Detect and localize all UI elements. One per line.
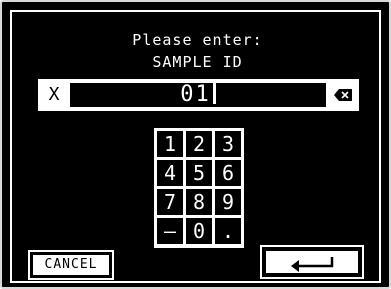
backspace-button[interactable]: [331, 83, 355, 107]
key-5[interactable]: 5: [186, 160, 212, 186]
cancel-button-label: CANCEL: [33, 255, 109, 275]
sample-id-input[interactable]: 01: [70, 83, 326, 107]
text-cursor: [212, 83, 216, 104]
enter-arrow-icon: [291, 257, 334, 272]
key-3[interactable]: 3: [215, 131, 241, 157]
key-decimal[interactable]: .: [215, 218, 241, 244]
enter-button-face: [266, 251, 358, 273]
backspace-icon: [334, 89, 352, 101]
cancel-button[interactable]: CANCEL: [28, 250, 114, 280]
enter-button[interactable]: [260, 245, 364, 279]
device-screen: Please enter: SAMPLE ID X 01 1 2 3 4 5 6…: [0, 0, 391, 289]
key-1[interactable]: 1: [157, 131, 183, 157]
key-2[interactable]: 2: [186, 131, 212, 157]
prompt-line: Please enter:: [132, 31, 263, 49]
numeric-keypad: 1 2 3 4 5 6 7 8 9 – 0 .: [154, 128, 244, 248]
key-0[interactable]: 0: [186, 218, 212, 244]
input-value: 01: [180, 82, 211, 107]
input-value-display: 01: [70, 83, 326, 107]
key-4[interactable]: 4: [157, 160, 183, 186]
key-8[interactable]: 8: [186, 189, 212, 215]
key-6[interactable]: 6: [215, 160, 241, 186]
clear-button[interactable]: X: [42, 83, 66, 107]
key-9[interactable]: 9: [215, 189, 241, 215]
prompt-field-name: SAMPLE ID: [152, 53, 243, 71]
key-minus[interactable]: –: [157, 218, 183, 244]
key-7[interactable]: 7: [157, 189, 183, 215]
